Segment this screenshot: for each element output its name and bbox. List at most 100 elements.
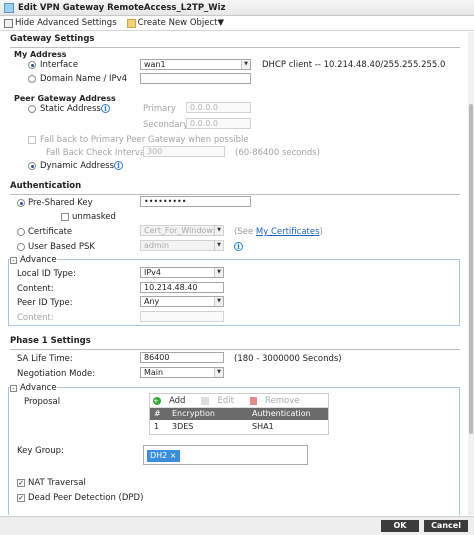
dialog-footer: OK Cancel [0, 516, 474, 535]
user-psk-label: User Based PSK [28, 242, 95, 252]
auth-advance-toggle[interactable]: - Advance [10, 255, 57, 265]
dynamic-info-icon[interactable]: i [114, 161, 123, 170]
interface-radio[interactable] [28, 61, 36, 69]
negotiation-label: Negotiation Mode: [17, 369, 96, 379]
hide-advanced-icon [4, 18, 13, 28]
static-info-icon[interactable]: i [101, 104, 110, 113]
local-content-label: Content: [17, 284, 54, 294]
sa-life-range: (180 - 3000000 Seconds) [234, 354, 342, 364]
chevron-down-icon: ▼ [214, 226, 223, 235]
phase1-advance-toggle[interactable]: - Advance [10, 383, 57, 393]
see-certificates: (See My Certificates) [234, 227, 323, 237]
nat-traversal-label: NAT Traversal [28, 478, 86, 488]
create-object-button[interactable]: Create New Object▼ [126, 18, 225, 28]
chevron-down-icon: ▼ [214, 241, 223, 250]
proposal-label: Proposal [24, 397, 61, 407]
my-certificates-link[interactable]: My Certificates [256, 227, 320, 237]
local-id-type-label: Local ID Type: [17, 269, 76, 279]
sa-life-label: SA Life Time: [17, 354, 73, 364]
local-content-input[interactable]: 10.214.48.40 [140, 282, 224, 293]
table-row[interactable]: 1 3DES SHA1 [150, 420, 328, 434]
row-number: 1 [154, 422, 160, 431]
edit-button[interactable]: Edit [201, 396, 241, 406]
dialog-content: Gateway Settings My Address Interface wa… [0, 32, 468, 515]
user-psk-select[interactable]: admin ▼ [140, 240, 224, 251]
scrollbar-thumb[interactable] [469, 104, 473, 434]
toolbar: Hide Advanced Settings Create New Object… [0, 16, 474, 31]
interface-label: Interface [40, 60, 79, 70]
collapse-icon: - [10, 256, 17, 264]
user-psk-info-icon[interactable]: i [234, 242, 243, 251]
chevron-down-icon: ▼ [214, 368, 223, 377]
domain-radio[interactable] [28, 75, 36, 83]
interface-select[interactable]: wan1 ▼ [140, 59, 251, 70]
psk-label: Pre-Shared Key [28, 198, 93, 208]
row-encryption: 3DES [172, 422, 194, 431]
primary-label: Primary [143, 104, 176, 114]
local-id-type-select[interactable]: IPv4 ▼ [140, 267, 224, 278]
create-object-label: Create New Object▼ [137, 18, 225, 28]
unmasked-checkbox[interactable] [61, 213, 69, 221]
peer-content-input[interactable] [140, 311, 224, 322]
fallback-checkbox[interactable] [28, 136, 36, 144]
key-group-tag[interactable]: DH2 × [147, 450, 180, 462]
phase1-header: Phase 1 Settings [10, 336, 460, 350]
nat-traversal-checkbox[interactable]: ✓ [17, 479, 25, 487]
proposal-toolbar: + Add Edit Remove [150, 394, 328, 408]
my-address-title: My Address [14, 50, 67, 59]
domain-input[interactable] [140, 73, 251, 84]
peer-id-type-select[interactable]: Any ▼ [140, 296, 224, 307]
column-header: Encryption [172, 409, 215, 418]
proposal-table: + Add Edit Remove # Encryption Authentica… [149, 393, 329, 435]
table-header: # Encryption Authentication [150, 408, 328, 420]
collapse-icon: - [10, 384, 17, 392]
fallback-label: Fall back to Primary Peer Gateway when p… [40, 135, 249, 145]
dpd-label: Dead Peer Detection (DPD) [28, 493, 144, 503]
vertical-scrollbar[interactable] [468, 32, 474, 515]
hide-advanced-label: Hide Advanced Settings [15, 18, 117, 28]
secondary-input[interactable]: 0.0.0.0 [186, 118, 251, 129]
fallback-interval-label: Fall Back Check Interval: [46, 148, 151, 158]
certificate-label: Certificate [28, 227, 73, 237]
static-address-label: Static Address [40, 104, 101, 114]
add-icon: + [153, 396, 161, 405]
negotiation-select[interactable]: Main ▼ [140, 367, 224, 378]
window-icon [4, 2, 14, 13]
peer-id-type-label: Peer ID Type: [17, 298, 73, 308]
remove-button[interactable]: Remove [249, 396, 308, 406]
certificate-select[interactable]: Cert_For_Windows ▼ [140, 225, 224, 236]
cancel-button[interactable]: Cancel [424, 520, 468, 532]
psk-input[interactable]: ••••••••• [140, 196, 251, 207]
gateway-settings-header: Gateway Settings [10, 34, 460, 48]
certificate-radio[interactable] [17, 228, 25, 236]
authentication-header: Authentication [10, 181, 460, 195]
sa-life-input[interactable]: 86400 [140, 352, 224, 363]
column-header: Authentication [252, 409, 311, 418]
trash-icon [249, 396, 257, 405]
static-address-radio[interactable] [28, 105, 36, 113]
row-authentication: SHA1 [252, 422, 274, 431]
key-group-field[interactable]: DH2 × [143, 445, 308, 465]
unmasked-label: unmasked [72, 212, 116, 222]
dhcp-client-info: DHCP client -- 10.214.48.40/255.255.255.… [262, 60, 446, 70]
create-object-icon [126, 18, 136, 28]
user-psk-radio[interactable] [17, 243, 25, 251]
peer-content-label: Content: [17, 313, 54, 323]
primary-input[interactable]: 0.0.0.0 [186, 102, 251, 113]
fallback-interval-input[interactable]: 300 [143, 146, 225, 157]
key-group-label: Key Group: [17, 446, 64, 456]
domain-label: Domain Name / IPv4 [40, 74, 128, 84]
ok-button[interactable]: OK [381, 520, 419, 532]
fallback-range: (60-86400 seconds) [235, 148, 320, 158]
dynamic-address-radio[interactable] [28, 162, 36, 170]
psk-radio[interactable] [17, 199, 25, 207]
column-header: # [154, 409, 161, 418]
edit-icon [201, 396, 210, 405]
chevron-down-icon: ▼ [214, 268, 223, 277]
chevron-down-icon: ▼ [241, 60, 250, 69]
dpd-checkbox[interactable]: ✓ [17, 494, 25, 502]
peer-gateway-title: Peer Gateway Address [14, 94, 116, 103]
hide-advanced-button[interactable]: Hide Advanced Settings [4, 18, 117, 28]
dynamic-address-label: Dynamic Address [40, 161, 115, 171]
add-button[interactable]: + Add [153, 396, 193, 406]
